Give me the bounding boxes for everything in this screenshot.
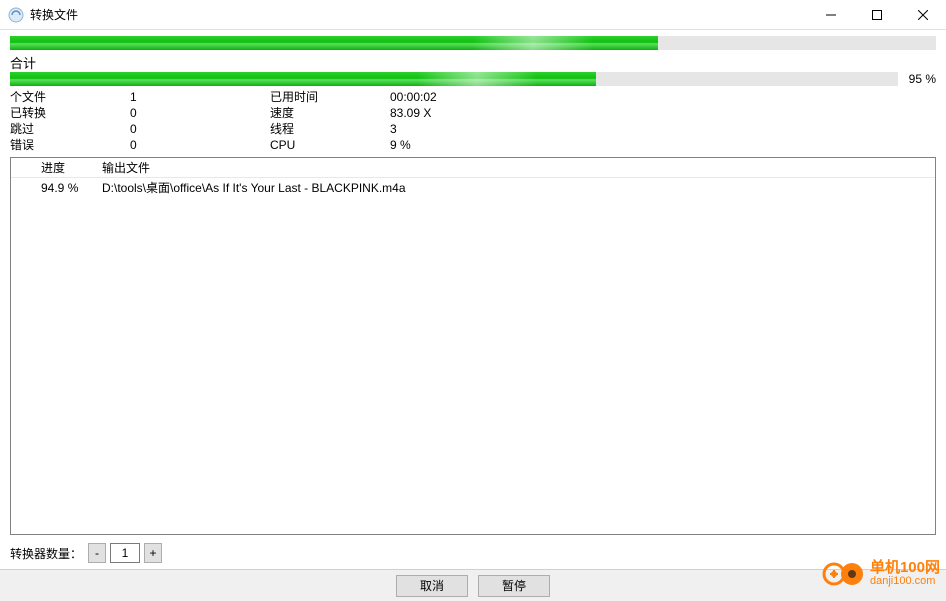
skipped-label: 跳过 bbox=[10, 121, 130, 137]
overall-progress-bar bbox=[10, 36, 936, 50]
minimize-button[interactable] bbox=[808, 0, 854, 30]
speed-label: 速度 bbox=[270, 105, 390, 121]
watermark-en: danji100.com bbox=[870, 576, 940, 588]
col-output-header: 输出文件 bbox=[98, 159, 935, 176]
skipped-value: 0 bbox=[130, 121, 270, 137]
footer: 取消 暂停 bbox=[0, 569, 946, 601]
total-percent-text: 95 % bbox=[904, 72, 936, 86]
window-title: 转换文件 bbox=[30, 6, 78, 23]
pause-button[interactable]: 暂停 bbox=[478, 575, 550, 597]
row-progress: 94.9 % bbox=[33, 181, 98, 195]
list-item[interactable]: 94.9 % D:\tools\桌面\office\As If It's You… bbox=[11, 178, 935, 197]
app-icon bbox=[8, 7, 24, 23]
total-progress-bar bbox=[10, 72, 898, 86]
maximize-button[interactable] bbox=[854, 0, 900, 30]
speed-value: 83.09 X bbox=[390, 105, 936, 121]
cancel-button[interactable]: 取消 bbox=[396, 575, 468, 597]
file-list[interactable]: 进度 输出文件 94.9 % D:\tools\桌面\office\As If … bbox=[10, 157, 936, 535]
converted-value: 0 bbox=[130, 105, 270, 121]
stats-row: 跳过 0 线程 3 bbox=[10, 121, 936, 137]
bottom-panel: 转换器数量： - + bbox=[0, 535, 946, 569]
cpu-value: 9 % bbox=[390, 137, 936, 153]
decrement-button[interactable]: - bbox=[88, 543, 106, 563]
errors-value: 0 bbox=[130, 137, 270, 153]
watermark: 单机100网 danji100.com bbox=[822, 559, 940, 589]
watermark-cn: 单机100网 bbox=[870, 560, 940, 576]
titlebar: 转换文件 bbox=[0, 0, 946, 30]
total-label: 合计 bbox=[10, 53, 936, 72]
col-progress-header: 进度 bbox=[33, 159, 98, 176]
errors-label: 错误 bbox=[10, 137, 130, 153]
threads-label: 线程 bbox=[270, 121, 390, 137]
stats-row: 错误 0 CPU 9 % bbox=[10, 137, 936, 153]
stats-panel: 个文件 1 已用时间 00:00:02 已转换 0 速度 83.09 X 跳过 … bbox=[10, 89, 936, 153]
list-header: 进度 输出文件 bbox=[11, 158, 935, 178]
threads-value: 3 bbox=[390, 121, 936, 137]
converted-label: 已转换 bbox=[10, 105, 130, 121]
files-value: 1 bbox=[130, 89, 270, 105]
elapsed-value: 00:00:02 bbox=[390, 89, 936, 105]
stats-row: 已转换 0 速度 83.09 X bbox=[10, 105, 936, 121]
increment-button[interactable]: + bbox=[144, 543, 162, 563]
cpu-label: CPU bbox=[270, 137, 390, 153]
close-button[interactable] bbox=[900, 0, 946, 30]
watermark-icon bbox=[822, 559, 866, 589]
elapsed-label: 已用时间 bbox=[270, 89, 390, 105]
converter-count-input[interactable] bbox=[110, 543, 140, 563]
converter-count-label: 转换器数量： bbox=[10, 545, 82, 562]
stats-row: 个文件 1 已用时间 00:00:02 bbox=[10, 89, 936, 105]
row-output: D:\tools\桌面\office\As If It's Your Last … bbox=[98, 179, 935, 196]
files-label: 个文件 bbox=[10, 89, 130, 105]
